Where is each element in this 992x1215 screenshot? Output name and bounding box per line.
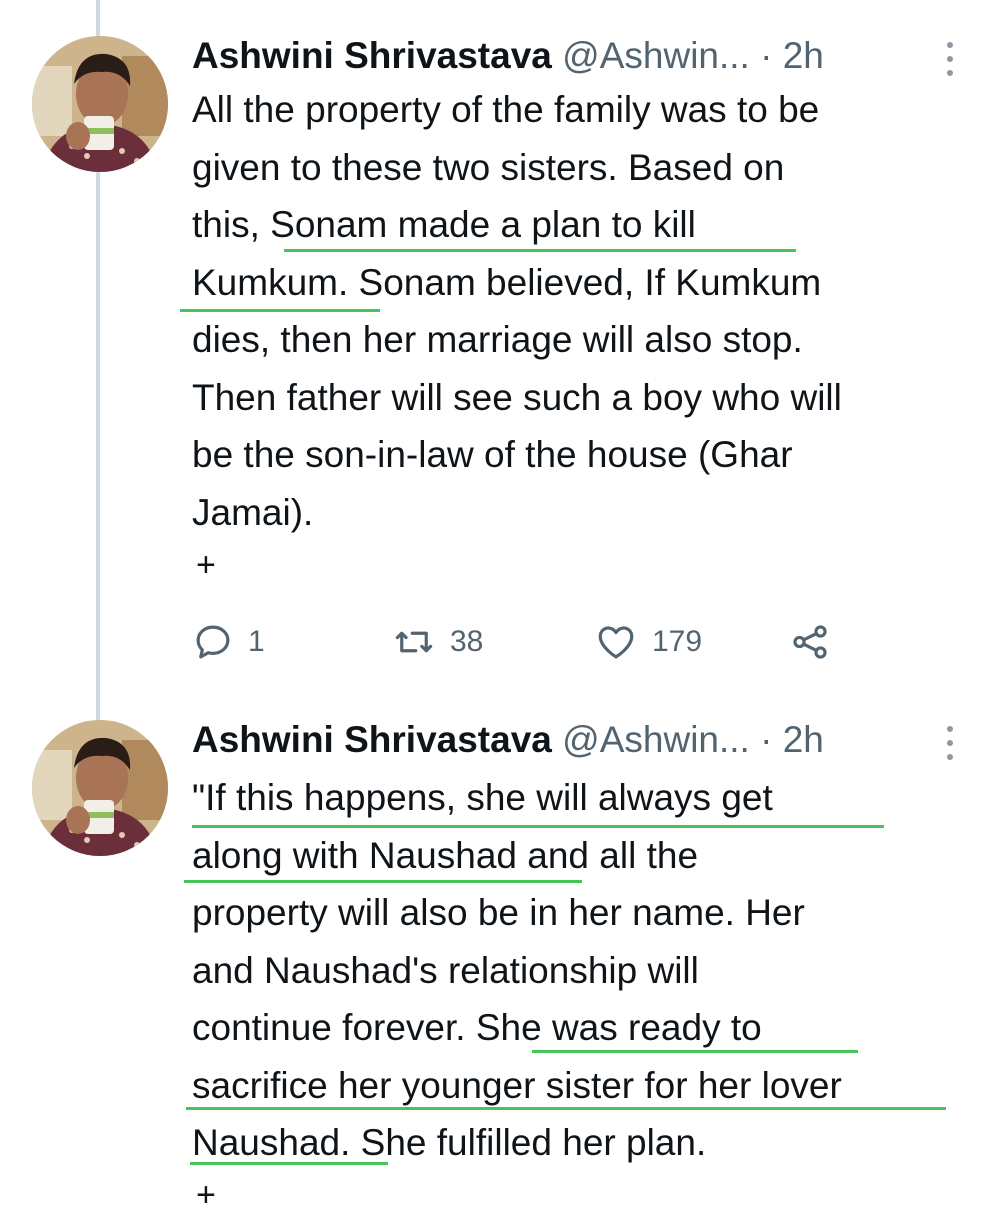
retweet-button[interactable]: 38 — [392, 612, 483, 672]
author-name[interactable]: Ashwini Shrivastava — [192, 35, 552, 76]
avatar[interactable] — [32, 720, 168, 856]
avatar[interactable] — [32, 36, 168, 172]
more-icon[interactable] — [940, 724, 960, 764]
reply-count: 1 — [248, 625, 265, 658]
text-line: Jamai). — [192, 491, 314, 533]
show-more-icon[interactable]: + — [196, 1176, 216, 1215]
text-line: Kumkum. Sonam believed, If Kumkum — [192, 261, 822, 303]
tweet-header: Ashwini Shrivastava @Ashwin... · 2h — [192, 718, 824, 762]
text-line: "If this happens, she will always get — [192, 777, 773, 818]
highlight-underline — [184, 880, 582, 883]
author-handle[interactable]: @Ashwin... — [562, 35, 750, 76]
like-count: 179 — [652, 625, 703, 658]
highlight-underline — [186, 1107, 946, 1110]
text-line: All the property of the family was to be — [192, 89, 820, 130]
highlight-underline — [284, 249, 796, 252]
share-button[interactable] — [788, 612, 832, 672]
action-bar: 1 38 179 — [192, 612, 892, 672]
text-line: dies, then her marriage will also stop. — [192, 319, 803, 360]
text-line: Then father will see such a boy who will — [192, 376, 842, 418]
highlight-underline — [190, 1162, 388, 1165]
text-line: given to these two sisters. Based on — [192, 146, 785, 188]
text-line: continue forever. She was ready to — [192, 1007, 762, 1048]
author-handle[interactable]: @Ashwin... — [562, 719, 750, 760]
show-more-icon[interactable]: + — [196, 546, 216, 585]
text-line: and Naushad's relationship will — [192, 949, 699, 991]
share-icon — [793, 625, 827, 659]
retweet-count: 38 — [450, 625, 484, 658]
text-line: this, Sonam made a plan to kill — [192, 204, 696, 245]
separator-dot: · — [760, 35, 773, 76]
reply-button[interactable]: 1 — [192, 612, 265, 672]
text-line: along with Naushad and all the — [192, 834, 699, 876]
like-button[interactable]: 179 — [594, 612, 702, 672]
author-name[interactable]: Ashwini Shrivastava — [192, 719, 552, 760]
timestamp[interactable]: 2h — [783, 719, 824, 760]
reply-icon — [196, 625, 230, 659]
retweet-icon — [395, 631, 433, 653]
like-icon — [598, 626, 634, 659]
tweet-header: Ashwini Shrivastava @Ashwin... · 2h — [192, 34, 824, 78]
text-line: be the son-in-law of the house (Ghar — [192, 434, 793, 475]
highlight-underline — [180, 309, 380, 312]
tweet-text: "If this happens, she will always get al… — [192, 769, 972, 1172]
highlight-underline — [532, 1050, 858, 1053]
highlight-underline — [192, 825, 884, 828]
separator-dot: · — [760, 719, 773, 760]
timestamp[interactable]: 2h — [783, 35, 824, 76]
text-line: sacrifice her younger sister for her lov… — [192, 1064, 842, 1106]
more-icon[interactable] — [940, 40, 960, 80]
text-line: property will also be in her name. Her — [192, 892, 805, 933]
